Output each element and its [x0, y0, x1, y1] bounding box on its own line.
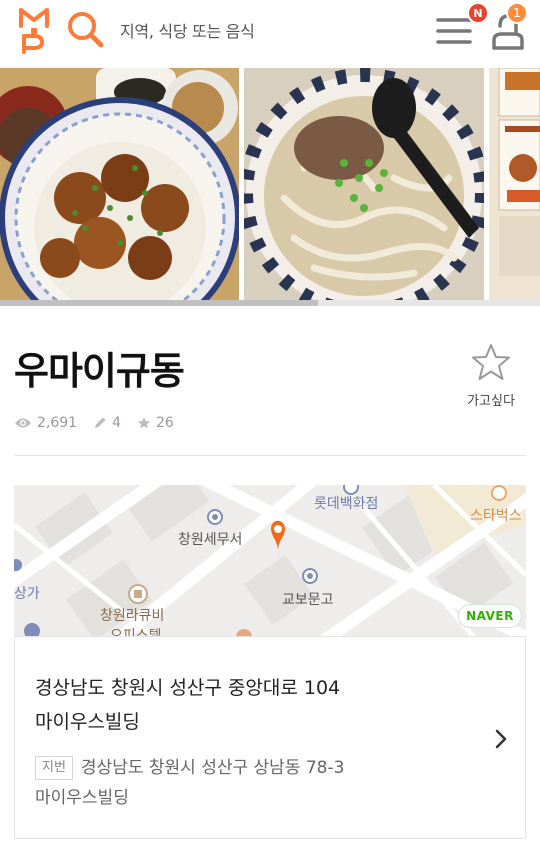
view-count-value: 2,691	[37, 415, 78, 431]
wish-count: 26	[137, 415, 174, 431]
wish-count-value: 26	[156, 415, 174, 431]
jibun-address: 지번 경상남도 창원시 성산구 상남동 78-3 마이우스빌딩	[35, 753, 475, 813]
address-card[interactable]: 경상남도 창원시 성산구 중앙대로 104 마이우스빌딩 지번 경상남도 창원시 …	[14, 636, 526, 839]
map-label-lacubi: 창원라큐비	[100, 608, 165, 624]
top-header: 지역, 식당 또는 음식 N 1	[0, 0, 540, 62]
jibun-address-line2: 마이우스빌딩	[35, 788, 129, 808]
map-label-sangga: 상가	[14, 586, 40, 602]
eye-icon	[15, 418, 31, 428]
wish-button[interactable]: 가고싶다	[460, 340, 522, 412]
chevron-right-icon[interactable]	[491, 727, 511, 751]
stats-row: 2,691 4 26	[14, 415, 190, 431]
map-label-lotte: 롯데백화점	[314, 496, 379, 512]
road-address: 경상남도 창원시 성산구 중앙대로 104 마이우스빌딩	[35, 671, 455, 739]
road-address-line2: 마이우스빌딩	[35, 711, 140, 733]
mangoplate-logo[interactable]	[18, 6, 50, 56]
jibun-tag: 지번	[35, 756, 73, 780]
photo-menu-board[interactable]	[489, 68, 540, 306]
search-icon[interactable]	[64, 8, 106, 50]
map-roads	[14, 485, 526, 637]
view-count: 2,691	[14, 415, 77, 431]
notification-count-badge: 1	[506, 2, 528, 24]
star-icon	[472, 344, 510, 380]
wish-label: 가고싶다	[467, 394, 515, 409]
photo-carousel[interactable]	[0, 68, 540, 306]
map-label-tax-office: 창원세무서	[178, 532, 243, 548]
search-input[interactable]: 지역, 식당 또는 음식	[120, 18, 255, 42]
review-count: 4	[93, 415, 121, 431]
photo-rice-bowl[interactable]	[0, 68, 239, 306]
carousel-scroll-thumb[interactable]	[0, 300, 318, 306]
road-address-line1: 경상남도 창원시 성산구 중앙대로 104	[35, 677, 341, 699]
pencil-icon	[95, 417, 106, 428]
jibun-address-line1: 경상남도 창원시 성산구 상남동 78-3	[80, 758, 345, 778]
map-label-kyobo: 교보문고	[282, 592, 334, 608]
naver-map-logo: NAVER	[458, 604, 522, 628]
photo-udon[interactable]	[244, 68, 484, 306]
new-badge: N	[467, 2, 489, 24]
small-star-icon	[137, 417, 151, 429]
review-count-value: 4	[112, 415, 122, 431]
restaurant-name: 우마이규동	[14, 349, 185, 393]
section-divider	[14, 455, 526, 456]
map-label-starbucks: 스타벅스	[470, 508, 522, 524]
location-map[interactable]: 롯데백화점 스타벅스 창원세무서 교보문고 상가 창원라큐비 오피스텔 NAVE…	[14, 485, 526, 637]
